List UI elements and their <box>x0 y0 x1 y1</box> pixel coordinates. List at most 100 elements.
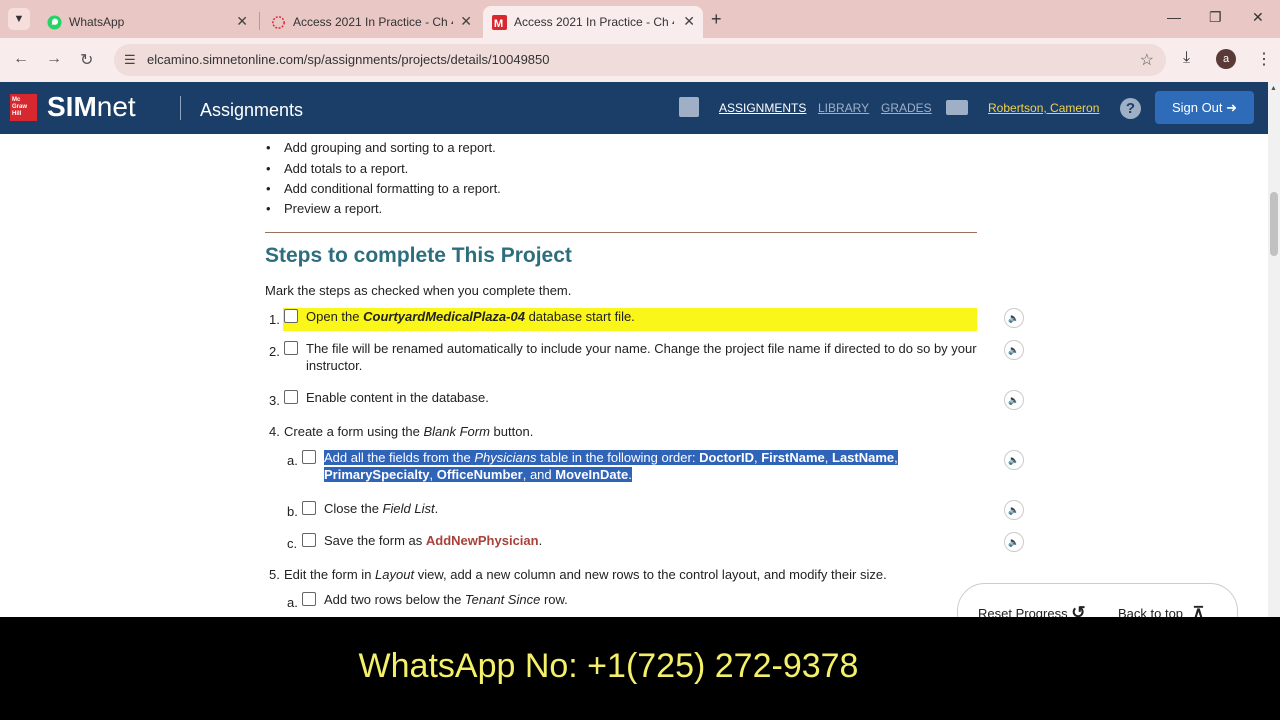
page-scrollbar[interactable]: ▲ <box>1268 82 1280 617</box>
selected-text: Add all the fields from the Physicians t… <box>324 450 898 482</box>
step-2-checkbox[interactable] <box>284 341 298 355</box>
close-icon[interactable]: ✕ <box>683 13 695 30</box>
calendar-icon[interactable] <box>679 97 699 117</box>
forward-arrow-icon[interactable]: → <box>46 50 62 68</box>
field-name: DoctorID <box>699 450 754 465</box>
file-name-emphasis: CourtyardMedicalPlaza-04 <box>363 309 525 324</box>
text-part: database start file. <box>524 309 635 324</box>
back-to-top-label: Back to top <box>1118 606 1184 617</box>
step-4c-checkbox[interactable] <box>302 533 316 547</box>
text-part: Create a form using the <box>284 424 424 439</box>
restore-icon[interactable]: ❐ <box>1209 9 1222 26</box>
simnet-header: Mc Graw Hill SIMnet Assignments ASSIGNME… <box>0 82 1268 134</box>
text-part: Add all the fields from the <box>324 450 475 465</box>
step-1-checkbox[interactable] <box>284 309 298 323</box>
step-4b-text: Close the Field List. <box>324 500 438 517</box>
objective-item: Add totals to a report. <box>266 161 409 176</box>
text-part: Save the form as <box>324 533 426 548</box>
substep-letter: b. <box>287 504 298 519</box>
step-4b-checkbox[interactable] <box>302 501 316 515</box>
reset-progress-button[interactable]: Reset Progress ↺ <box>978 603 1085 617</box>
text-part: Edit the form in <box>284 567 376 582</box>
sign-out-button[interactable]: Sign Out ➜ <box>1155 91 1254 124</box>
whatsapp-icon <box>46 14 62 30</box>
text-part: . <box>538 533 543 548</box>
speaker-icon[interactable]: 🔈 <box>1004 308 1024 328</box>
nav-assignments[interactable]: ASSIGNMENTS <box>719 101 806 115</box>
close-icon[interactable]: ✕ <box>236 13 248 30</box>
sign-out-icon: ➜ <box>1226 100 1238 115</box>
tab-search-menu-button[interactable]: ▼ <box>8 8 30 30</box>
logo-bold: SIM <box>47 91 97 122</box>
form-name: AddNewPhysician <box>425 533 539 548</box>
steps-instruction: Mark the steps as checked when you compl… <box>265 283 572 298</box>
reset-progress-label: Reset Progress <box>978 606 1068 617</box>
new-tab-plus-icon[interactable]: + <box>711 9 722 30</box>
logo-line: Hill <box>12 111 22 117</box>
minimize-icon[interactable]: — <box>1167 9 1181 25</box>
help-icon[interactable]: ? <box>1120 98 1141 119</box>
tab-access-practice-active[interactable]: M Access 2021 In Practice - Ch 4 I ✕ <box>483 6 703 38</box>
text-part: button. <box>489 424 534 439</box>
objective-item: Preview a report. <box>266 201 382 216</box>
scroll-up-icon[interactable]: ▲ <box>1270 85 1277 92</box>
app-title: Assignments <box>200 100 304 120</box>
step-3-checkbox[interactable] <box>284 390 298 404</box>
objective-text: Add totals to a report. <box>284 161 409 176</box>
user-name-link[interactable]: Robertson, Cameron <box>988 101 1099 115</box>
tab-access-practice-loading[interactable]: Access 2021 In Practice - Ch 4 I ✕ <box>262 6 480 38</box>
tab-separator <box>259 12 260 30</box>
download-icon[interactable]: ⤓ <box>1183 49 1190 67</box>
close-icon[interactable]: ✕ <box>460 13 472 30</box>
speaker-icon[interactable]: 🔈 <box>1004 532 1024 552</box>
site-settings-icon[interactable]: ☰ <box>124 52 136 68</box>
browser-tab-strip: ▼ WhatsApp ✕ Access 2021 In Practice - C… <box>0 0 1280 38</box>
objective-text: Add conditional formatting to a report. <box>284 181 501 196</box>
url-text[interactable]: elcamino.simnetonline.com/sp/assignments… <box>147 52 550 67</box>
step-5-text: Edit the form in Layout view, add a new … <box>284 566 887 583</box>
window-close-icon[interactable]: ✕ <box>1252 9 1264 26</box>
address-bar[interactable]: ☰ elcamino.simnetonline.com/sp/assignmen… <box>114 44 1166 76</box>
more-menu-icon[interactable]: ⋮ <box>1256 49 1272 69</box>
step-number: 4. <box>269 424 280 439</box>
speaker-icon[interactable]: 🔈 <box>1004 500 1024 520</box>
field-name: FirstName <box>761 450 825 465</box>
substep-letter: c. <box>287 536 298 551</box>
step-5a-checkbox[interactable] <box>302 592 316 606</box>
nav-library[interactable]: LIBRARY <box>818 101 869 115</box>
step-number: 5. <box>269 567 280 582</box>
step-4a-text: Add all the fields from the Physicians t… <box>324 449 944 483</box>
speaker-icon[interactable]: 🔈 <box>1004 340 1024 360</box>
text-part: Close the <box>324 501 383 516</box>
sign-out-label: Sign Out <box>1171 100 1223 115</box>
text-emphasis: Physicians <box>474 450 537 465</box>
mail-icon[interactable] <box>946 100 968 115</box>
reset-icon: ↺ <box>1071 603 1086 617</box>
project-details-content: Add grouping and sorting to a report. Ad… <box>0 134 1268 617</box>
step-4a-checkbox[interactable] <box>302 450 316 464</box>
mcgraw-hill-logo: Mc Graw Hill <box>10 94 37 121</box>
bookmark-star-icon[interactable]: ☆ <box>1140 50 1154 70</box>
profile-avatar[interactable]: a <box>1216 49 1236 69</box>
step-1-text: Open the CourtyardMedicalPlaza-04 databa… <box>306 308 635 325</box>
chevron-down-icon: ▼ <box>13 13 25 25</box>
speaker-icon[interactable]: 🔈 <box>1004 450 1024 470</box>
reload-icon[interactable]: ↻ <box>80 50 93 70</box>
back-arrow-icon[interactable]: ← <box>13 50 29 68</box>
objective-item: Add conditional formatting to a report. <box>266 181 501 196</box>
tab-whatsapp[interactable]: WhatsApp ✕ <box>38 6 256 38</box>
speaker-icon[interactable]: 🔈 <box>1004 390 1024 410</box>
nav-grades[interactable]: GRADES <box>881 101 932 115</box>
step-5a-text: Add two rows below the Tenant Since row. <box>324 591 568 608</box>
step-4-text: Create a form using the Blank Form butto… <box>284 423 533 440</box>
simnet-logo[interactable]: SIMnet <box>47 91 136 123</box>
objective-item: Add grouping and sorting to a report. <box>266 140 496 155</box>
logo-line: Mc <box>12 97 21 103</box>
floating-action-bar: Reset Progress ↺ Back to top ⊼ <box>957 583 1238 617</box>
scroll-thumb[interactable] <box>1270 192 1278 256</box>
substep-letter: a. <box>287 453 298 468</box>
field-name: OfficeNumber <box>436 467 523 482</box>
text-emphasis: Blank Form <box>423 424 490 439</box>
back-to-top-button[interactable]: Back to top ⊼ <box>1118 603 1204 617</box>
text-part: , and <box>522 467 556 482</box>
